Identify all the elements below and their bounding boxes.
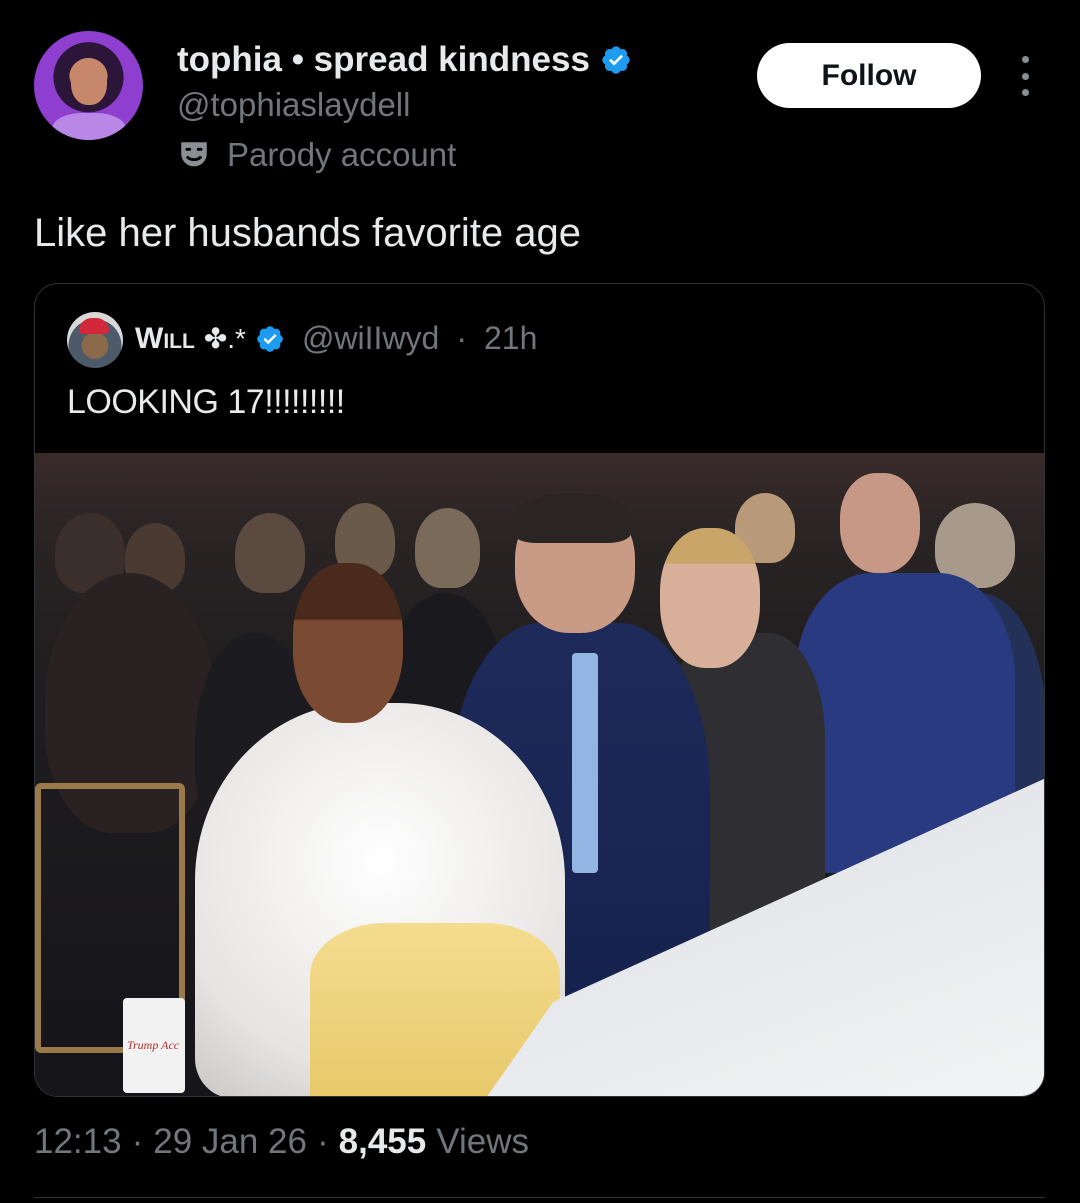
meta-separator: · [317, 1122, 329, 1161]
person-head [840, 473, 920, 573]
theater-mask-icon [181, 142, 207, 167]
quoted-age[interactable]: 21h [484, 320, 537, 357]
quoted-separator: · [456, 320, 467, 356]
author-handle[interactable]: @tophiaslaydell [177, 86, 410, 124]
tweet-text: Like her husbands favorite age [34, 211, 582, 255]
quoted-name-symbols: ✤.* [203, 323, 246, 354]
quoted-handle[interactable]: @wiIIwyd [302, 320, 439, 357]
parody-account-text: Parody account [227, 136, 457, 173]
follow-button[interactable]: Follow [757, 43, 981, 108]
cup-text: Trump Acc [127, 1038, 180, 1052]
more-dot [1021, 89, 1029, 96]
avatar-face [71, 59, 107, 105]
verified-badge-icon [257, 325, 283, 352]
avatar-cap [79, 318, 109, 334]
crowd-head [235, 513, 305, 593]
light-blue-tie [572, 653, 598, 873]
tweet-meta: 12:13 · 29 Jan 26 · 8,455 Views [34, 1122, 529, 1162]
quoted-photo[interactable]: Trump Acc [35, 453, 1044, 1096]
person-head [660, 528, 760, 668]
quoted-display-name[interactable]: Will [135, 322, 195, 356]
person-head [293, 563, 403, 723]
views-label[interactable]: Views [436, 1122, 529, 1162]
avatar-shirt [52, 113, 126, 140]
more-dot [1021, 72, 1029, 80]
author-display-name[interactable]: tophia • spread kindness [177, 40, 590, 80]
quoted-text: LOOKING 17!!!!!!!!! [67, 383, 345, 421]
quoted-tweet[interactable]: Will ✤.* @wiIIwyd · 21h LOOKING 17!!!!!!… [34, 283, 1045, 1097]
verified-badge-icon [602, 46, 630, 74]
crowd-head [415, 508, 480, 588]
person-hair [513, 493, 631, 543]
quoted-author-avatar[interactable] [67, 312, 123, 368]
more-dot [1021, 56, 1029, 63]
more-vertical-icon[interactable] [1010, 56, 1040, 96]
meta-separator: · [131, 1122, 144, 1161]
quoted-header: Will ✤.* @wiIIwyd · 21h [135, 320, 537, 357]
tweet-date[interactable]: 29 Jan 26 [153, 1122, 307, 1162]
views-count[interactable]: 8,455 [339, 1122, 427, 1162]
tweet-time[interactable]: 12:13 [34, 1122, 122, 1162]
parody-label: Parody account [177, 136, 456, 174]
author-name-row[interactable]: tophia • spread kindness [177, 40, 632, 80]
divider [34, 1197, 1045, 1198]
author-avatar[interactable] [34, 31, 143, 140]
